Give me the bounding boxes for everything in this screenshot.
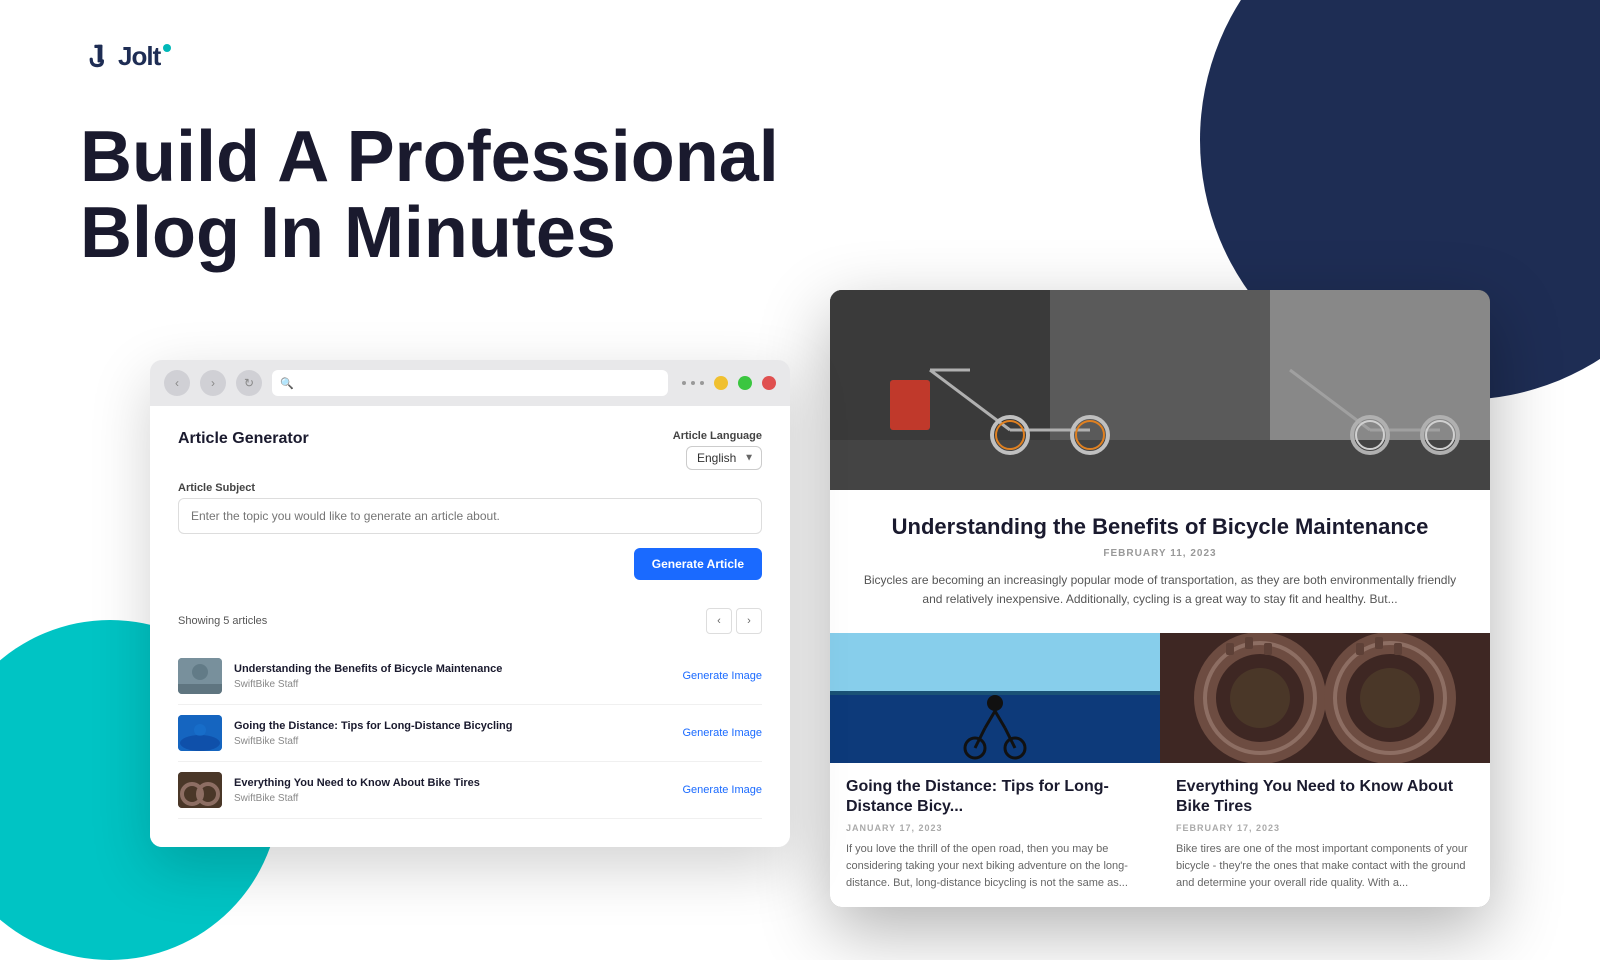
article-thumbnail: [178, 772, 222, 808]
blog-card-date-1: January 17, 2023: [846, 823, 1144, 833]
minimize-button[interactable]: [714, 376, 728, 390]
main-headline: Build A Professional Blog In Minutes: [80, 120, 779, 271]
subject-label: Article Subject: [178, 482, 762, 494]
blog-card-title-2: Everything You Need to Know About Bike T…: [1176, 777, 1474, 817]
logo-dot: [163, 44, 171, 52]
article-item: Understanding the Benefits of Bicycle Ma…: [178, 648, 762, 705]
language-selector-container[interactable]: English ▼: [686, 446, 762, 470]
blog-card-excerpt-1: If you love the thrill of the open road,…: [846, 841, 1144, 892]
language-select[interactable]: English: [686, 446, 762, 470]
thumbnail-image: [178, 772, 222, 808]
close-button[interactable]: [762, 376, 776, 390]
menu-dot: [682, 381, 686, 385]
article-generator-title: Article Generator: [178, 430, 309, 448]
blog-featured-title: Understanding the Benefits of Bicycle Ma…: [860, 514, 1460, 540]
next-page-button[interactable]: ›: [736, 608, 762, 634]
articles-header: Showing 5 articles ‹ ›: [178, 608, 762, 634]
blog-card: Going the Distance: Tips for Long-Distan…: [830, 633, 1160, 906]
language-label: Article Language: [673, 430, 762, 442]
generate-image-link[interactable]: Generate Image: [683, 784, 763, 796]
blog-hero-image: [830, 290, 1490, 490]
article-info: Understanding the Benefits of Bicycle Ma…: [234, 662, 671, 689]
browser-mockup: ‹ › ↻ 🔍 Article Generator Article Langua…: [150, 360, 790, 847]
article-title: Going the Distance: Tips for Long-Distan…: [234, 719, 671, 733]
blog-featured-excerpt: Bicycles are becoming an increasingly po…: [860, 571, 1460, 609]
hero-bikes-image: [830, 290, 1490, 490]
article-author: SwiftBike Staff: [234, 679, 671, 690]
blog-featured-date: February 11, 2023: [860, 548, 1460, 559]
blog-card-excerpt-2: Bike tires are one of the most important…: [1176, 841, 1474, 892]
blog-cards-grid: Going the Distance: Tips for Long-Distan…: [830, 633, 1490, 906]
subject-input[interactable]: [178, 498, 762, 534]
menu-dot: [700, 381, 704, 385]
browser-menu-dots: [682, 381, 704, 385]
search-icon: 🔍: [280, 377, 294, 390]
article-info: Going the Distance: Tips for Long-Distan…: [234, 719, 671, 746]
blog-preview-mockup: Understanding the Benefits of Bicycle Ma…: [830, 290, 1490, 907]
article-author: SwiftBike Staff: [234, 736, 671, 747]
maximize-button[interactable]: [738, 376, 752, 390]
article-title: Understanding the Benefits of Bicycle Ma…: [234, 662, 671, 676]
blog-card-image-1: [830, 633, 1160, 763]
article-author: SwiftBike Staff: [234, 793, 671, 804]
browser-content: Article Generator Article Language Engli…: [150, 406, 790, 847]
article-title: Everything You Need to Know About Bike T…: [234, 776, 671, 790]
headline-line1: Build A Professional: [80, 120, 779, 196]
headline-line2: Blog In Minutes: [80, 196, 779, 272]
jolt-logo-icon: [80, 40, 112, 72]
url-bar: 🔍: [272, 370, 668, 396]
generate-image-link[interactable]: Generate Image: [683, 670, 763, 682]
browser-toolbar: ‹ › ↻ 🔍: [150, 360, 790, 406]
blog-card-image-2: [1160, 633, 1490, 763]
tire-image: [1160, 633, 1490, 763]
pagination-controls: ‹ ›: [706, 608, 762, 634]
browser-back-button[interactable]: ‹: [164, 370, 190, 396]
thumbnail-image: [178, 658, 222, 694]
article-item: Everything You Need to Know About Bike T…: [178, 762, 762, 819]
article-thumbnail: [178, 715, 222, 751]
blog-card-body: Everything You Need to Know About Bike T…: [1160, 763, 1490, 906]
blog-card-date-2: February 17, 2023: [1176, 823, 1474, 833]
logo-text: Jolt: [118, 41, 160, 72]
logo: Jolt: [80, 40, 171, 72]
blog-card: Everything You Need to Know About Bike T…: [1160, 633, 1490, 906]
generate-image-link[interactable]: Generate Image: [683, 727, 763, 739]
menu-dot: [691, 381, 695, 385]
blog-card-body: Going the Distance: Tips for Long-Distan…: [830, 763, 1160, 906]
generate-article-button[interactable]: Generate Article: [634, 548, 762, 580]
article-thumbnail: [178, 658, 222, 694]
browser-refresh-button[interactable]: ↻: [236, 370, 262, 396]
blog-main-content: Understanding the Benefits of Bicycle Ma…: [830, 490, 1490, 633]
article-info: Everything You Need to Know About Bike T…: [234, 776, 671, 803]
thumbnail-image: [178, 715, 222, 751]
prev-page-button[interactable]: ‹: [706, 608, 732, 634]
blog-card-title-1: Going the Distance: Tips for Long-Distan…: [846, 777, 1144, 817]
article-item: Going the Distance: Tips for Long-Distan…: [178, 705, 762, 762]
articles-count: Showing 5 articles: [178, 615, 267, 627]
cycling-image: [830, 633, 1160, 763]
browser-forward-button[interactable]: ›: [200, 370, 226, 396]
